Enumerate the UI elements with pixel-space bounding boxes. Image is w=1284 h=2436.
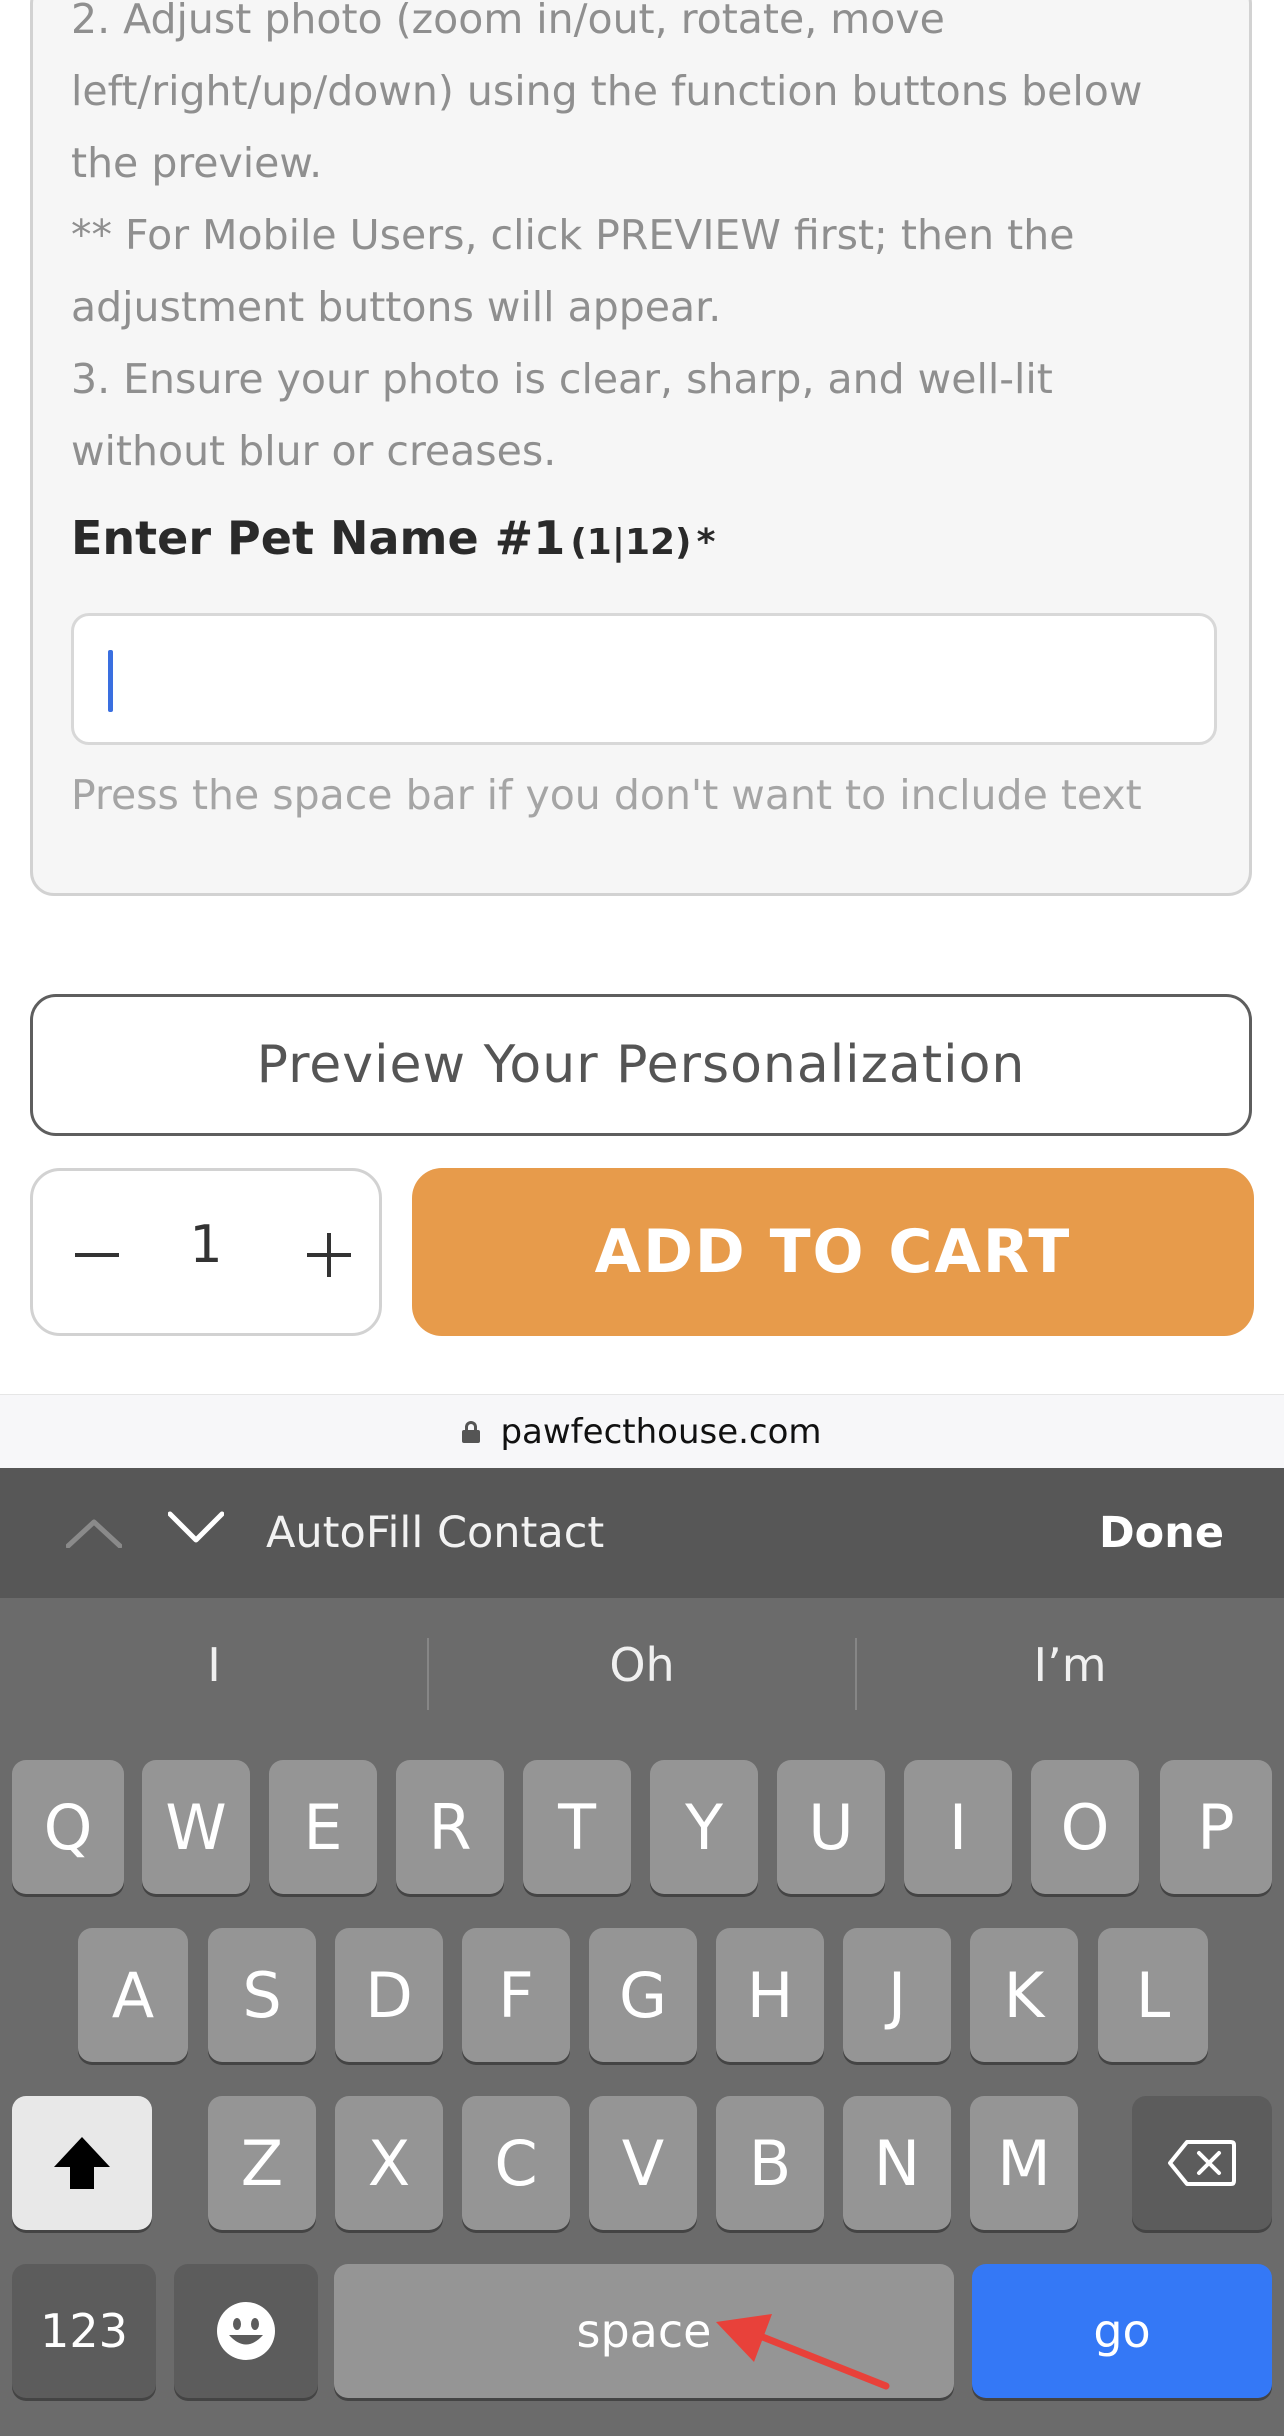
instruction-line: 3. Ensure your photo is clear, sharp, an… <box>71 355 1053 403</box>
keyboard: I Oh I’m Q W E R T Y U I O P A S D F G H… <box>0 1598 1284 2436</box>
lock-icon <box>462 1421 481 1443</box>
instruction-line: without blur or creases. <box>71 427 557 475</box>
preview-button[interactable]: Preview Your Personalization <box>30 994 1252 1136</box>
annotation-arrow <box>716 2314 890 2390</box>
url-domain: pawfecthouse.com <box>500 1412 822 1452</box>
text-caret <box>108 650 113 712</box>
quantity-stepper: 1 <box>30 1168 382 1336</box>
add-to-cart-button[interactable]: ADD TO CART <box>412 1168 1254 1336</box>
instruction-line: left/right/up/down) using the function b… <box>71 67 1143 115</box>
instruction-line: the preview. <box>71 139 323 187</box>
instruction-line: 2. Adjust photo (zoom in/out, rotate, mo… <box>71 0 945 43</box>
pet-name-input[interactable] <box>71 613 1217 745</box>
done-button[interactable]: Done <box>1099 1508 1224 1558</box>
instruction-line: ** For Mobile Users, click PREVIEW first… <box>71 211 1075 259</box>
instructions: 2. Adjust photo (zoom in/out, rotate, mo… <box>71 0 1231 487</box>
pet-name-label: Enter Pet Name #1 (1|12) * <box>71 511 715 565</box>
plus-icon[interactable] <box>307 1233 351 1277</box>
pet-name-hint: Press the space bar if you don't want to… <box>71 771 1142 819</box>
autofill-contact-button[interactable]: AutoFill Contact <box>266 1508 604 1558</box>
keyboard-accessory-bar: AutoFill Contact Done <box>0 1468 1284 1598</box>
required-mark: * <box>696 522 716 563</box>
chevron-up-icon[interactable] <box>66 1518 122 1548</box>
personalization-card: 2. Adjust photo (zoom in/out, rotate, mo… <box>30 0 1252 896</box>
chevron-down-icon[interactable] <box>168 1508 224 1548</box>
character-counter: (1|12) <box>570 522 692 563</box>
address-bar[interactable]: pawfecthouse.com <box>0 1394 1284 1469</box>
instruction-line: adjustment buttons will appear. <box>71 283 722 331</box>
pet-name-label-text: Enter Pet Name #1 <box>71 511 566 565</box>
